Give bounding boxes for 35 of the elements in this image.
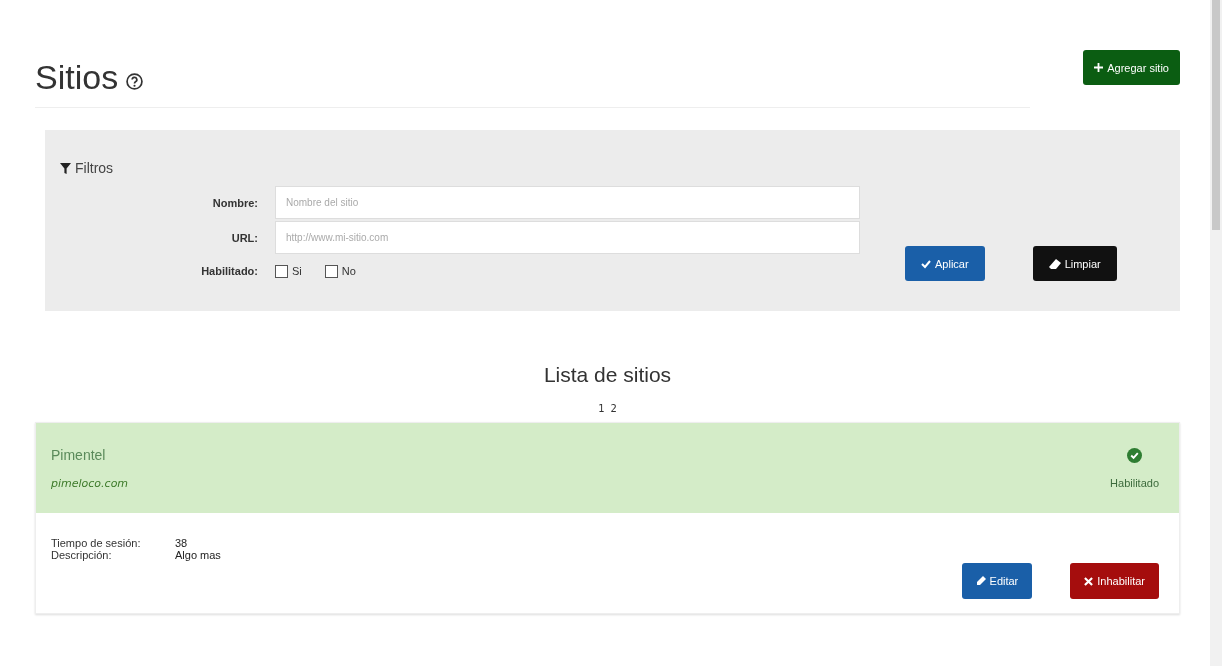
clear-button[interactable]: Limpiar: [1032, 246, 1117, 281]
field-label: Habilitado:: [200, 265, 258, 277]
page-link[interactable]: 1: [598, 403, 605, 414]
checkbox-label: No: [341, 265, 356, 277]
field-label: URL:: [230, 231, 258, 244]
checkbox[interactable]: [324, 264, 338, 278]
input-field[interactable]: http://www.mi-sitio.com: [275, 221, 860, 254]
list-title: Lista de sitios: [542, 363, 673, 387]
apply-button[interactable]: Aplicar: [905, 246, 985, 281]
pencil-icon: [975, 576, 986, 586]
plus-icon: [1094, 63, 1104, 72]
status-label: Habilitado: [1110, 476, 1159, 489]
site-name: Pimentel: [51, 446, 107, 463]
detail-label: Tiempo de sesión:: [51, 537, 142, 549]
input-field[interactable]: Nombre del sitio: [275, 186, 860, 219]
check-circle-icon: [1127, 447, 1143, 463]
close-icon: [1084, 576, 1094, 586]
detail-label: Descripción:: [51, 549, 113, 561]
add-site-button[interactable]: Agregar sitio: [1083, 50, 1180, 85]
field-label: Nombre:: [211, 196, 258, 209]
disable-button[interactable]: Inhabilitar: [1070, 563, 1159, 599]
eraser-icon: [1048, 258, 1061, 269]
checkbox-label: Si: [292, 265, 302, 277]
help-icon[interactable]: [126, 73, 144, 90]
page-title: Sitios: [35, 58, 119, 97]
edit-button[interactable]: Editar: [961, 563, 1033, 599]
detail-value: Algo mas: [175, 549, 221, 561]
site-url: pimeloco.com: [51, 476, 129, 490]
detail-value: 38: [175, 537, 188, 549]
page-link[interactable]: 2: [610, 403, 617, 414]
funnel-icon: [60, 162, 71, 174]
filter-title: Filtros: [75, 160, 114, 176]
scrollbar-thumb[interactable]: [1212, 0, 1220, 230]
check-icon: [921, 258, 931, 269]
checkbox[interactable]: [275, 264, 288, 278]
